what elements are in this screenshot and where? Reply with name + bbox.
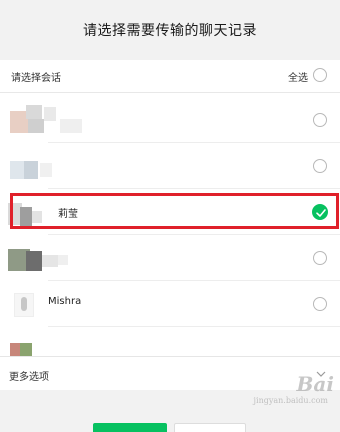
page-title: 请选择需要传输的聊天记录 [83, 23, 257, 39]
cancel-button[interactable] [174, 423, 246, 432]
list-item[interactable] [0, 97, 340, 143]
watermark-text: Bai [296, 372, 334, 396]
select-all-row: 请选择会话 全选 [0, 60, 340, 93]
list-item[interactable] [0, 235, 340, 281]
select-conversation-label: 请选择会话 [11, 73, 61, 84]
avatar [8, 243, 68, 273]
avatar [8, 151, 52, 181]
more-options-label: 更多选项 [9, 372, 49, 383]
header: 请选择需要传输的聊天记录 [0, 0, 340, 60]
conversation-radio[interactable] [313, 113, 327, 127]
list-item[interactable]: Mishra [0, 281, 340, 327]
confirm-button[interactable] [93, 423, 167, 432]
list-item[interactable] [0, 327, 340, 356]
watermark-sub: jingyan.baidu.com [253, 396, 328, 405]
list-item[interactable] [0, 143, 340, 189]
conversation-list[interactable]: 请选择会话 全选 莉莹 Mishra [0, 60, 340, 356]
avatar [8, 335, 38, 356]
conversation-radio[interactable] [313, 297, 327, 311]
conversation-radio[interactable] [313, 159, 327, 173]
avatar [8, 289, 38, 319]
avatar [8, 105, 82, 135]
highlight-annotation-box [10, 193, 339, 229]
select-all-radio[interactable] [313, 68, 327, 82]
select-all-label[interactable]: 全选 [288, 69, 308, 84]
more-options-row[interactable]: 更多选项 [0, 356, 340, 390]
conversation-radio[interactable] [313, 251, 327, 265]
watermark: Bai jingyan.baidu.com [254, 372, 334, 405]
conversation-name: Mishra [48, 296, 82, 307]
